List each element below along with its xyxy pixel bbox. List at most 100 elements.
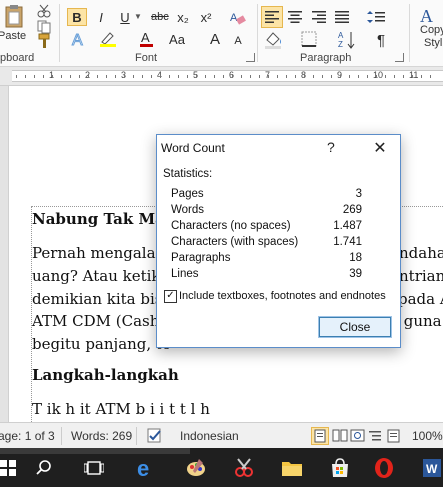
styles-label: Styl	[424, 37, 443, 49]
ruler-tick	[313, 75, 314, 78]
ruler-tick	[124, 75, 125, 78]
ruler-tick	[376, 75, 377, 78]
dialog-title: Word Count	[161, 141, 225, 155]
close-icon[interactable]: ✕	[362, 135, 398, 161]
status-separator	[61, 427, 62, 445]
shrink-font-button[interactable]: A	[229, 32, 247, 50]
task-view-icon	[84, 461, 104, 475]
paint-icon	[187, 459, 205, 476]
clipboard-group-label: pboard	[0, 52, 35, 64]
cut-icon[interactable]	[36, 4, 52, 18]
paragraph-line: ATM CDM (Cash D	[32, 312, 177, 330]
search-button[interactable]	[30, 454, 58, 482]
shading-icon[interactable]	[263, 30, 287, 50]
word-icon: W	[423, 459, 441, 477]
subscript-button[interactable]: x₂	[174, 8, 192, 26]
paste-label: Paste	[0, 30, 27, 42]
ruler-tick	[214, 75, 215, 78]
word-count-status[interactable]: Words: 269	[71, 429, 132, 443]
opera-taskbar-button[interactable]	[370, 454, 398, 482]
font-dialog-launcher-icon[interactable]	[246, 53, 255, 62]
horizontal-ruler[interactable]: 1234567891011	[0, 67, 443, 86]
paragraph-line: demikian kita bisa	[32, 290, 172, 308]
change-case-button[interactable]: Aa	[168, 30, 186, 48]
outline-view-icon[interactable]	[368, 429, 384, 443]
text-effects-icon[interactable]: A	[70, 30, 88, 50]
align-left-button[interactable]	[261, 6, 283, 28]
ruler-tick	[142, 75, 143, 78]
proofing-icon[interactable]	[146, 428, 164, 444]
word-taskbar-button[interactable]: W	[418, 454, 443, 482]
paste-button[interactable]: Paste	[0, 4, 28, 50]
full-screen-reading-icon[interactable]	[332, 429, 348, 443]
zoom-level[interactable]: 100%	[412, 429, 443, 443]
align-left-icon	[265, 11, 279, 23]
status-bar: age: 1 of 3 Words: 269 Indonesian 100%	[0, 422, 443, 449]
task-view-button[interactable]	[80, 454, 108, 482]
ruler-tick	[151, 75, 152, 78]
clear-formatting-icon[interactable]: A	[228, 8, 246, 26]
show-formatting-button[interactable]: ¶	[372, 31, 390, 49]
paint-taskbar-button[interactable]	[182, 454, 210, 482]
underline-dropdown-icon[interactable]: ▼	[134, 12, 142, 21]
style-icon: A	[420, 6, 433, 26]
stat-value: 3	[355, 188, 362, 200]
include-textboxes-checkbox[interactable]: ✓	[164, 290, 177, 303]
store-taskbar-button[interactable]	[326, 454, 354, 482]
styles-copy-label: Copy	[420, 24, 443, 36]
page-count-status[interactable]: age: 1 of 3	[0, 429, 55, 443]
file-explorer-taskbar-button[interactable]	[278, 454, 306, 482]
language-status[interactable]: Indonesian	[180, 429, 239, 443]
print-layout-view-button[interactable]	[311, 427, 329, 445]
stat-label: Words	[171, 204, 205, 216]
svg-text:W: W	[426, 462, 438, 476]
align-center-button[interactable]	[286, 8, 304, 26]
strikethrough-button[interactable]: abc	[150, 8, 170, 26]
justify-button[interactable]	[333, 8, 351, 26]
ruler-tick	[25, 75, 26, 78]
ruler-tick	[277, 75, 278, 78]
ruler-tick	[286, 75, 287, 78]
stat-label: Paragraphs	[171, 252, 231, 264]
ruler-tick	[403, 75, 404, 78]
grow-font-button[interactable]: A	[206, 30, 224, 48]
italic-button[interactable]: I	[92, 8, 110, 26]
paragraph-line: uang? Atau ketika	[32, 267, 170, 285]
paragraph-line: ndahal	[399, 244, 443, 262]
highlight-icon[interactable]	[98, 30, 120, 48]
align-right-button[interactable]	[310, 8, 328, 26]
ruler-tick	[61, 75, 62, 78]
ruler-tick	[169, 75, 170, 78]
ruler-tick	[232, 75, 233, 78]
paragraph-line: pada A	[398, 290, 443, 308]
snipping-taskbar-button[interactable]	[230, 454, 258, 482]
format-painter-icon[interactable]	[36, 33, 52, 49]
line-spacing-button[interactable]	[366, 8, 386, 26]
font-color-icon[interactable]: A	[138, 30, 158, 48]
include-textboxes-label[interactable]: Include textboxes, footnotes and endnote…	[179, 290, 386, 302]
borders-icon[interactable]	[301, 31, 319, 49]
bold-button[interactable]: B	[67, 8, 87, 26]
document-subheading: Langkah-langkah	[32, 366, 179, 384]
paragraph-dialog-launcher-icon[interactable]	[395, 53, 404, 62]
web-layout-icon[interactable]	[350, 429, 366, 443]
start-button[interactable]	[0, 454, 22, 482]
styles-gallery-button[interactable]: A Copy Styl	[418, 4, 443, 52]
folder-icon	[282, 462, 302, 476]
draft-view-icon[interactable]	[386, 429, 402, 443]
help-button[interactable]: ?	[327, 139, 335, 155]
copy-icon[interactable]	[36, 20, 52, 34]
stat-label: Lines	[171, 268, 199, 280]
ruler-tick	[160, 75, 161, 78]
print-layout-icon	[314, 429, 326, 443]
underline-button[interactable]: U	[116, 8, 134, 26]
stat-label: Characters (no spaces)	[171, 220, 291, 232]
close-button[interactable]: Close	[318, 316, 392, 338]
ruler-tick	[88, 75, 89, 78]
superscript-button[interactable]: x²	[197, 8, 215, 26]
justify-icon	[335, 11, 349, 23]
sort-icon[interactable]: AZ	[338, 30, 356, 50]
svg-text:A: A	[420, 6, 433, 26]
edge-taskbar-button[interactable]: e	[132, 454, 160, 482]
ruler-tick	[430, 75, 431, 78]
